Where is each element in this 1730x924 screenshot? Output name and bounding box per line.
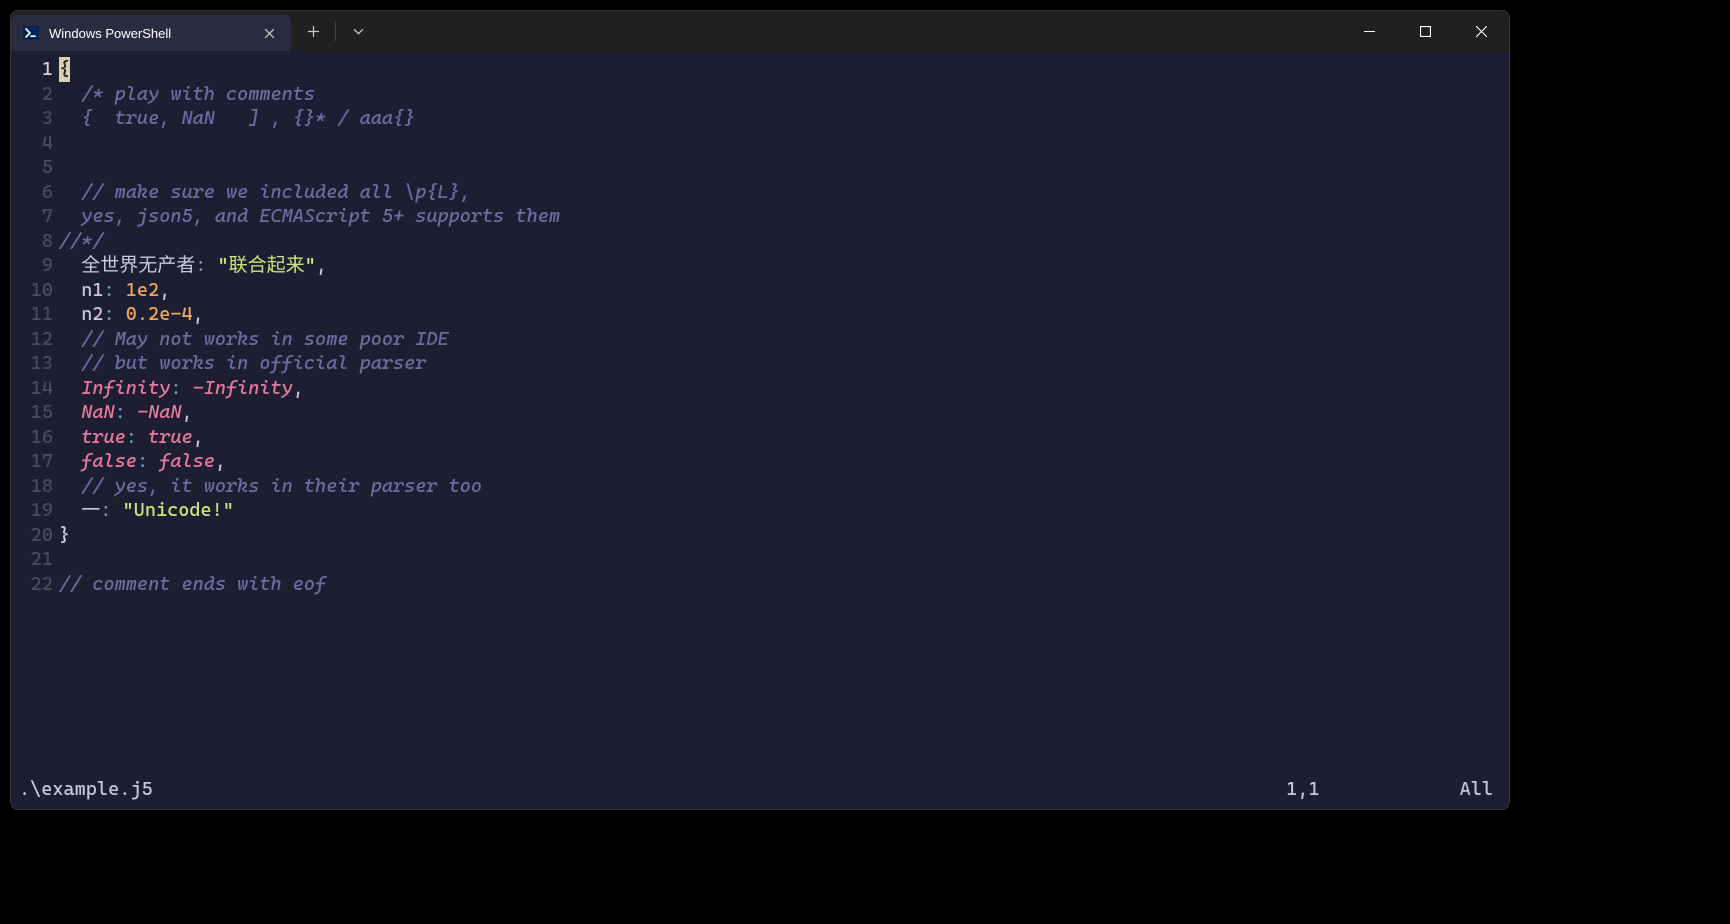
code-line: // yes, it works in their parser too	[59, 474, 1499, 499]
status-cursor-position: 1,1	[1286, 777, 1319, 802]
tab-powershell[interactable]: Windows PowerShell	[11, 15, 291, 51]
editor-body: 12345678910111213141516171819202122 { /*…	[17, 57, 1499, 775]
line-number: 16	[17, 425, 53, 450]
line-number: 19	[17, 498, 53, 523]
line-number: 4	[17, 131, 53, 156]
line-number: 2	[17, 82, 53, 107]
line-number: 5	[17, 155, 53, 180]
close-window-button[interactable]	[1453, 11, 1509, 51]
code-line	[59, 547, 1499, 572]
code-line: // but works in official parser	[59, 351, 1499, 376]
code-line: n1: 1e2,	[59, 278, 1499, 303]
tab-dropdown-button[interactable]	[340, 13, 376, 49]
code-line	[59, 131, 1499, 156]
titlebar: Windows PowerShell	[11, 11, 1509, 51]
line-number: 22	[17, 572, 53, 597]
line-number: 18	[17, 474, 53, 499]
terminal-viewport[interactable]: 12345678910111213141516171819202122 { /*…	[11, 51, 1509, 809]
code-line: yes, json5, and ECMAScript 5+ supports t…	[59, 204, 1499, 229]
code-line: NaN: -NaN,	[59, 400, 1499, 425]
code-line: // May not works in some poor IDE	[59, 327, 1499, 352]
line-number: 3	[17, 106, 53, 131]
line-number: 6	[17, 180, 53, 205]
code-line: 全世界无产者: "联合起来",	[59, 253, 1499, 278]
tab-title: Windows PowerShell	[49, 26, 249, 41]
terminal-window: Windows PowerShell	[10, 10, 1510, 810]
minimize-button[interactable]	[1341, 11, 1397, 51]
code-line: // comment ends with eof	[59, 572, 1499, 597]
line-number: 8	[17, 229, 53, 254]
code-line: 一: "Unicode!"	[59, 498, 1499, 523]
code-line: { true, NaN ] , {}* / aaa{}	[59, 106, 1499, 131]
code-line: }	[59, 523, 1499, 548]
line-number: 12	[17, 327, 53, 352]
status-scroll-percent: All	[1460, 777, 1493, 802]
line-number: 11	[17, 302, 53, 327]
divider	[335, 21, 336, 41]
code-line: false: false,	[59, 449, 1499, 474]
line-number: 9	[17, 253, 53, 278]
code-line: true: true,	[59, 425, 1499, 450]
maximize-button[interactable]	[1397, 11, 1453, 51]
line-number: 13	[17, 351, 53, 376]
line-number-gutter: 12345678910111213141516171819202122	[17, 57, 59, 775]
code-line: /* play with comments	[59, 82, 1499, 107]
window-controls	[1341, 11, 1509, 51]
code-line: // make sure we included all \p{L},	[59, 180, 1499, 205]
code-line: //*/	[59, 229, 1499, 254]
code-line: Infinity: -Infinity,	[59, 376, 1499, 401]
line-number: 14	[17, 376, 53, 401]
status-filename: .\example.j5	[19, 777, 153, 802]
powershell-icon	[23, 25, 39, 41]
line-number: 7	[17, 204, 53, 229]
tab-actions	[291, 11, 380, 51]
line-number: 10	[17, 278, 53, 303]
line-number: 1	[17, 57, 53, 82]
code-area[interactable]: { /* play with comments { true, NaN ] , …	[59, 57, 1499, 775]
code-line: n2: 0.2e-4,	[59, 302, 1499, 327]
cursor: {	[59, 57, 70, 82]
new-tab-button[interactable]	[295, 13, 331, 49]
tab-close-button[interactable]	[259, 23, 279, 43]
line-number: 21	[17, 547, 53, 572]
code-line: {	[59, 57, 1499, 82]
vim-statusline: .\example.j5 1,1 All	[17, 775, 1499, 804]
code-line	[59, 155, 1499, 180]
line-number: 17	[17, 449, 53, 474]
line-number: 15	[17, 400, 53, 425]
line-number: 20	[17, 523, 53, 548]
